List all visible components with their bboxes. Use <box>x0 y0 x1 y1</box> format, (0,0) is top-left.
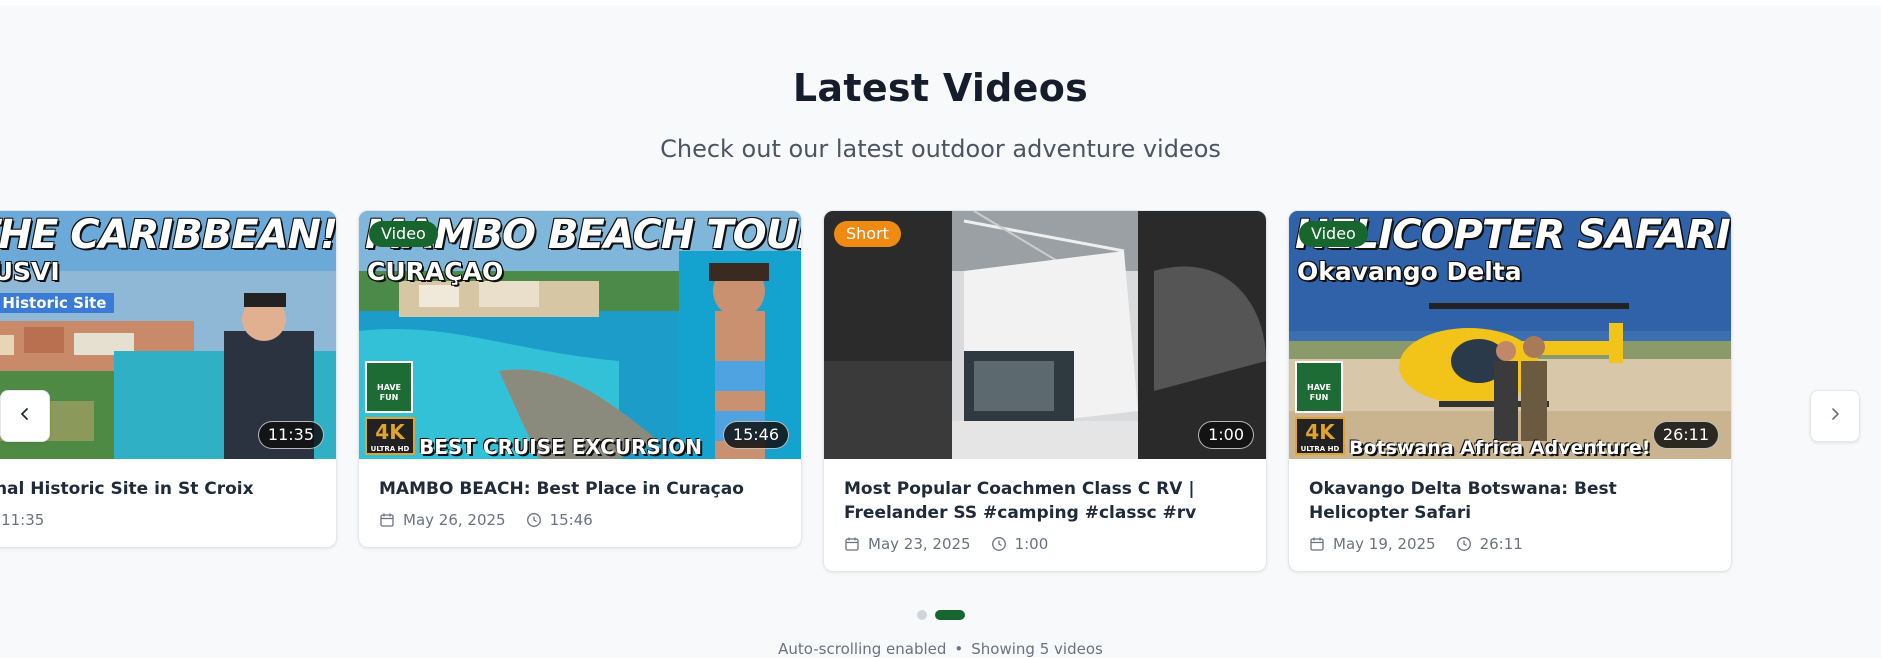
video-meta: May 19, 2025 26:11 <box>1309 535 1711 553</box>
calendar-icon <box>379 512 395 528</box>
video-count-status: Showing 5 videos <box>971 640 1103 658</box>
thumbnail-footline: Botswana Africa Adventure! <box>1349 437 1651 459</box>
carousel-pagination <box>0 610 1881 620</box>
type-badge: Short <box>834 221 901 247</box>
clock-icon <box>1456 536 1472 552</box>
thumbnail-image <box>824 211 1266 459</box>
4k-badge: 4K ULTRA HD <box>365 417 415 455</box>
section-title: Latest Videos <box>792 66 1089 110</box>
clock-icon <box>991 536 1007 552</box>
video-title[interactable]: Okavango Delta Botswana: Best Helicopter… <box>1309 477 1711 525</box>
clock-icon <box>526 512 542 528</box>
duration-badge: 1:00 <box>1198 421 1254 449</box>
video-title[interactable]: ed National Historic Site in St Croix <box>0 477 316 501</box>
type-badge: Video <box>369 221 438 247</box>
channel-logo: HAVE FUN <box>365 361 413 413</box>
video-length: 1:00 <box>1014 535 1049 553</box>
duration-badge: 26:11 <box>1652 421 1719 449</box>
thumbnail-subline: CURAÇAO <box>367 257 504 286</box>
video-meta: May 23, 2025 1:00 <box>844 535 1246 553</box>
pagination-dot-active[interactable] <box>934 610 965 620</box>
video-thumbnail[interactable]: OF THE CARIBBEAN! Croix, USVI d National… <box>0 211 336 459</box>
video-thumbnail[interactable]: Short 1:00 <box>824 211 1266 459</box>
section-subtitle: Check out our latest outdoor adventure v… <box>660 135 1221 163</box>
chevron-left-icon <box>17 406 33 426</box>
duration-badge: 11:35 <box>257 421 324 449</box>
video-length: 11:35 <box>1 511 45 529</box>
thumbnail-subline: Croix, USVI <box>0 257 60 286</box>
thumbnail-tagline: d National Historic Site <box>0 293 115 313</box>
video-meta: May 26, 2025 15:46 <box>379 511 781 529</box>
type-badge: Video <box>1299 221 1368 247</box>
video-title[interactable]: MAMBO BEACH: Best Place in Curaçao <box>379 477 781 501</box>
video-card[interactable]: Short 1:00 Most Popular Coachmen Class C… <box>823 210 1267 572</box>
carousel-next-button[interactable] <box>1810 390 1860 442</box>
video-length: 15:46 <box>549 511 593 529</box>
carousel-status: Auto-scrolling enabled • Showing 5 videos <box>0 640 1881 658</box>
video-date: May 23, 2025 <box>868 535 971 553</box>
duration-badge: 15:46 <box>722 421 789 449</box>
calendar-icon <box>844 536 860 552</box>
chevron-right-icon <box>1827 406 1843 426</box>
carousel-prev-button[interactable] <box>0 390 50 442</box>
status-separator: • <box>954 640 964 658</box>
video-carousel-track: OF THE CARIBBEAN! Croix, USVI d National… <box>0 210 1881 590</box>
video-thumbnail[interactable]: MAMBO BEACH TOUR! CURAÇAO HAVE FUN 4K ULT… <box>359 211 801 459</box>
video-date: May 19, 2025 <box>1333 535 1436 553</box>
video-meta: 25 11:35 <box>0 511 316 529</box>
video-thumbnail[interactable]: HELICOPTER SAFARI! Okavango Delta HAVE F… <box>1289 211 1731 459</box>
calendar-icon <box>1309 536 1325 552</box>
video-length: 26:11 <box>1479 535 1523 553</box>
video-date: May 26, 2025 <box>403 511 506 529</box>
4k-badge: 4K ULTRA HD <box>1295 417 1345 455</box>
thumbnail-headline: OF THE CARIBBEAN! <box>0 212 336 258</box>
video-title[interactable]: Most Popular Coachmen Class C RV | Freel… <box>844 477 1246 525</box>
latest-videos-section: Latest Videos Check out our latest outdo… <box>0 5 1881 658</box>
channel-logo: HAVE FUN <box>1295 361 1343 413</box>
video-card[interactable]: HELICOPTER SAFARI! Okavango Delta HAVE F… <box>1288 210 1732 572</box>
video-card[interactable]: MAMBO BEACH TOUR! CURAÇAO HAVE FUN 4K ULT… <box>358 210 802 548</box>
autoscroll-status: Auto-scrolling enabled <box>778 640 947 658</box>
thumbnail-subline: Okavango Delta <box>1297 257 1522 286</box>
video-card[interactable]: OF THE CARIBBEAN! Croix, USVI d National… <box>0 210 337 548</box>
pagination-dot[interactable] <box>916 610 927 620</box>
thumbnail-footline: BEST CRUISE EXCURSION <box>419 435 702 459</box>
